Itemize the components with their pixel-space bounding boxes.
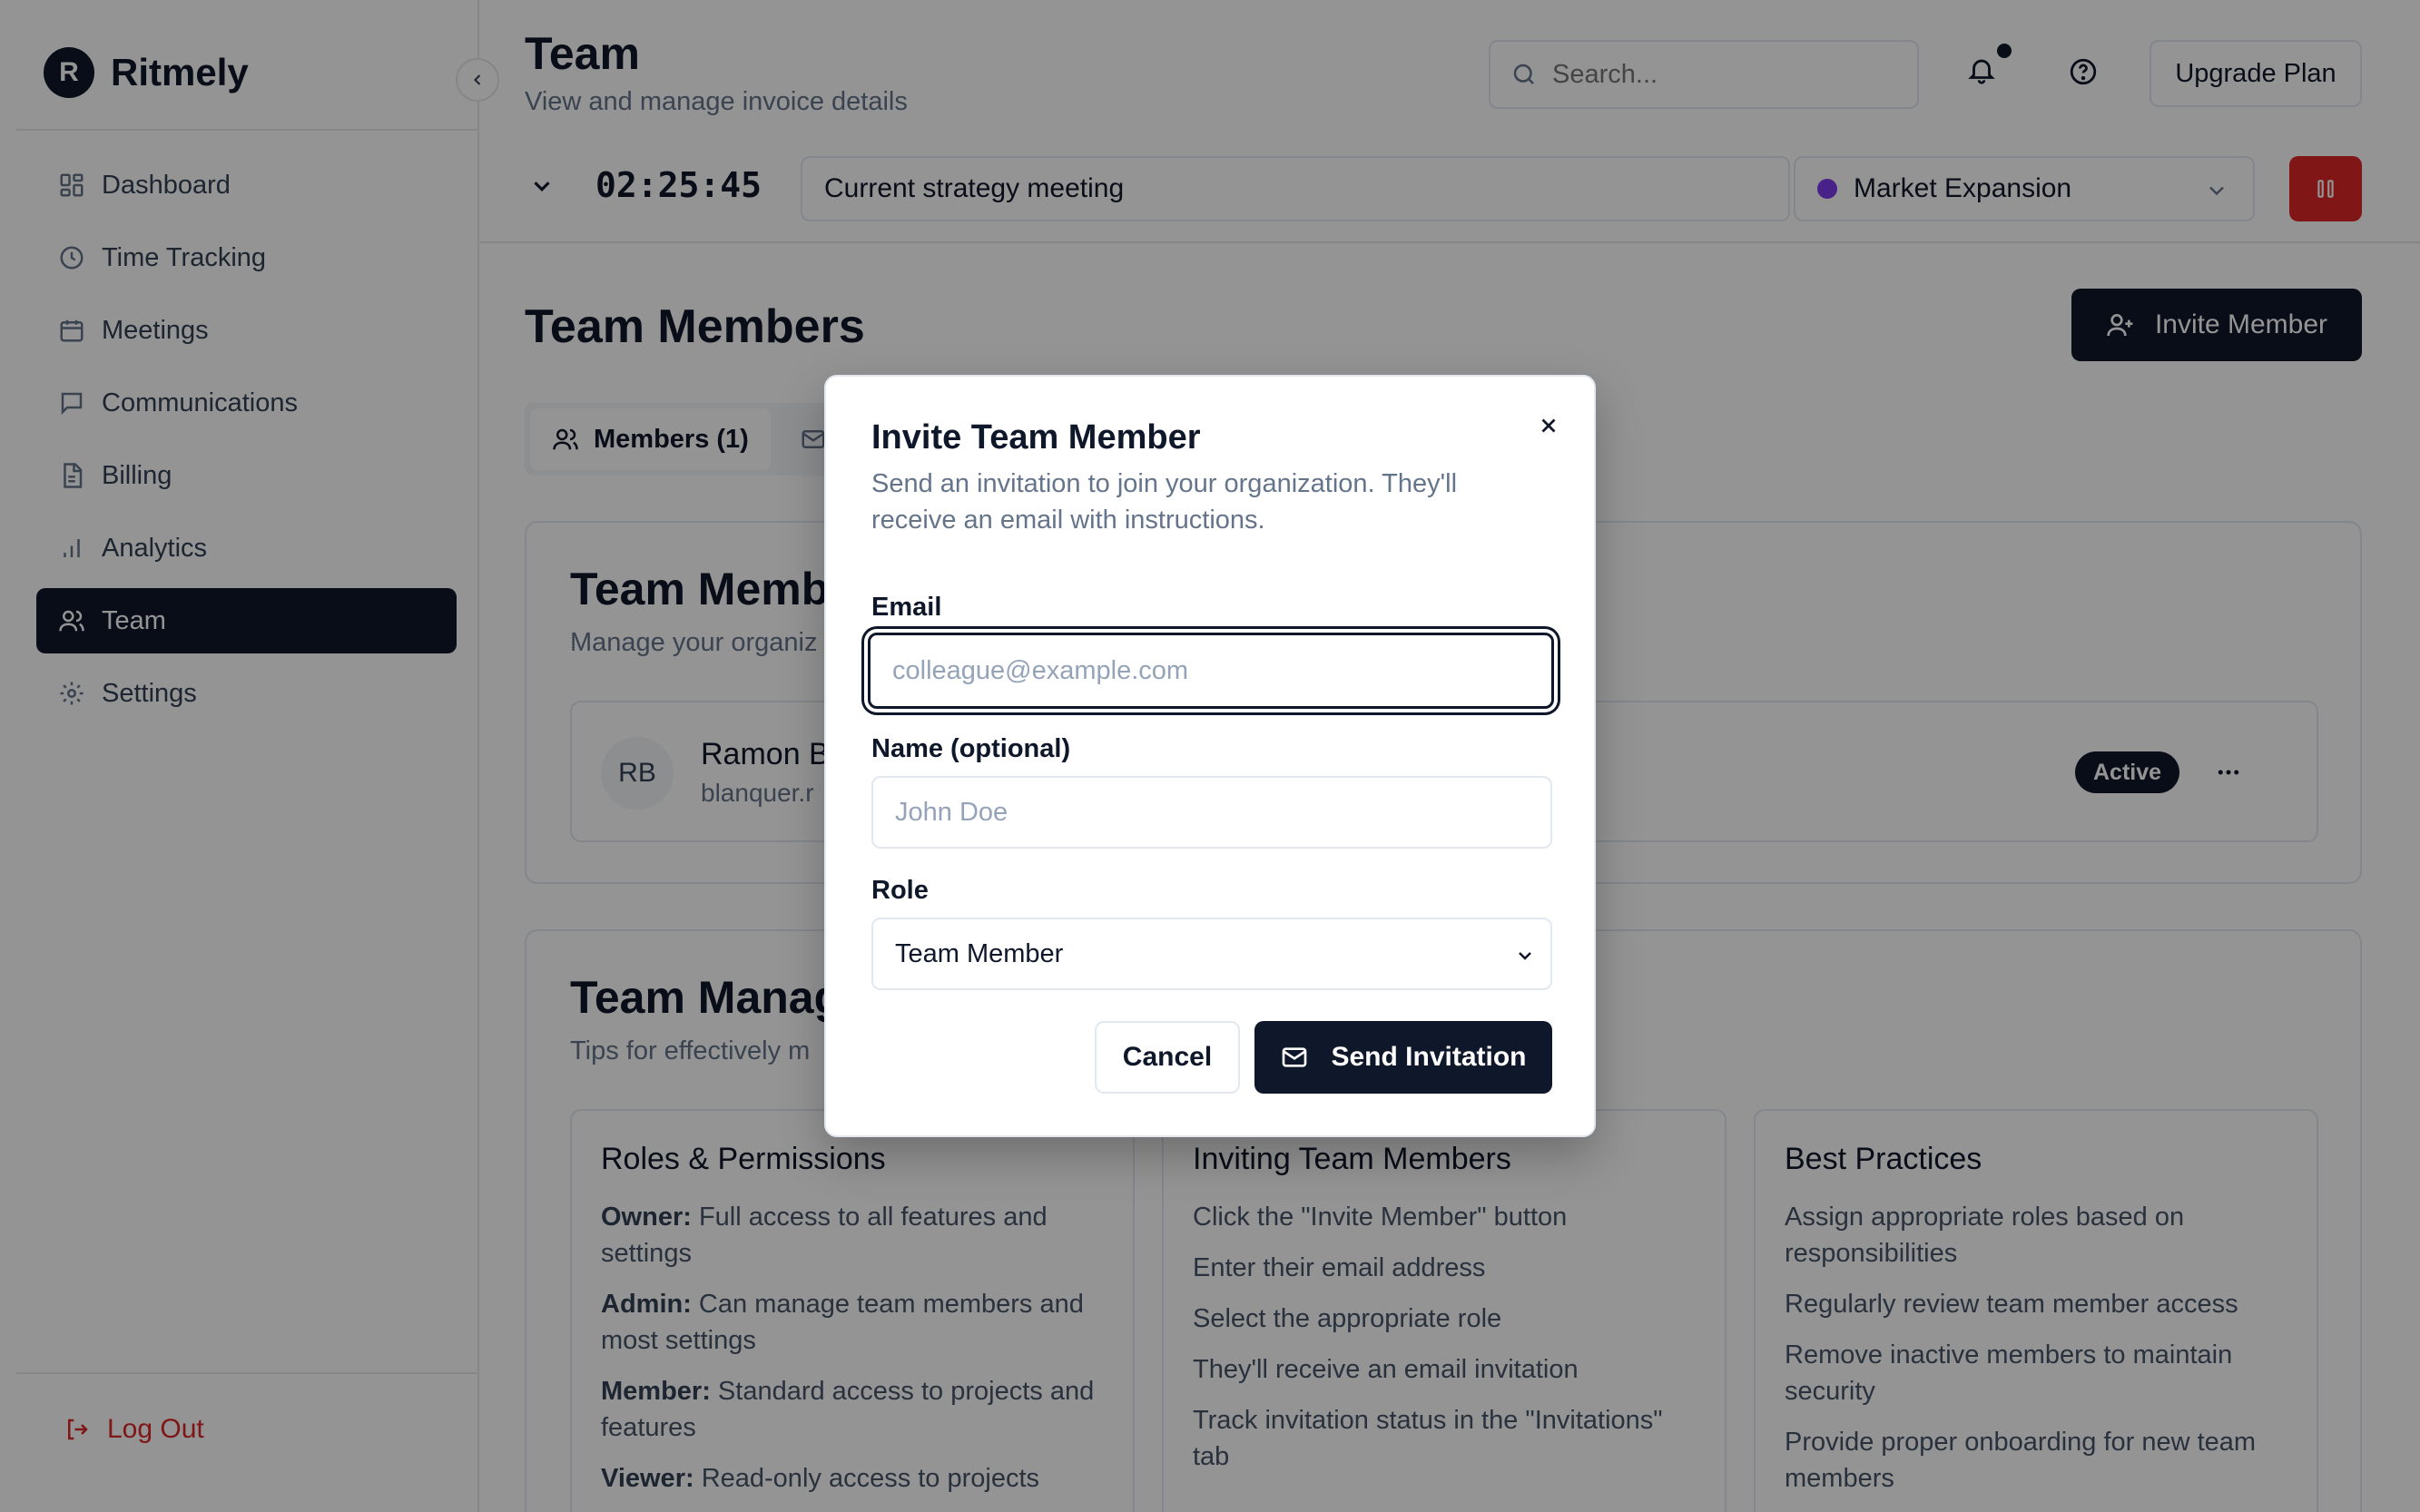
role-select-value: Team Member [895,938,1064,968]
dialog-title: Invite Team Member [871,418,1201,457]
chevron-down-icon [1514,945,1536,967]
mail-icon [1280,1043,1309,1072]
invite-member-dialog: Invite Team Member Send an invitation to… [824,375,1596,1137]
role-select[interactable]: Team Member [871,918,1552,990]
email-label: Email [871,593,942,622]
email-field[interactable] [868,633,1554,709]
name-label: Name (optional) [871,734,1071,763]
close-icon [1537,414,1560,437]
send-invitation-label: Send Invitation [1331,1042,1527,1072]
dialog-description: Send an invitation to join your organiza… [871,469,1458,535]
name-field[interactable] [871,776,1552,849]
cancel-button[interactable]: Cancel [1095,1021,1240,1094]
role-label: Role [871,876,929,905]
close-button[interactable] [1530,407,1567,444]
send-invitation-button[interactable]: Send Invitation [1254,1021,1552,1094]
